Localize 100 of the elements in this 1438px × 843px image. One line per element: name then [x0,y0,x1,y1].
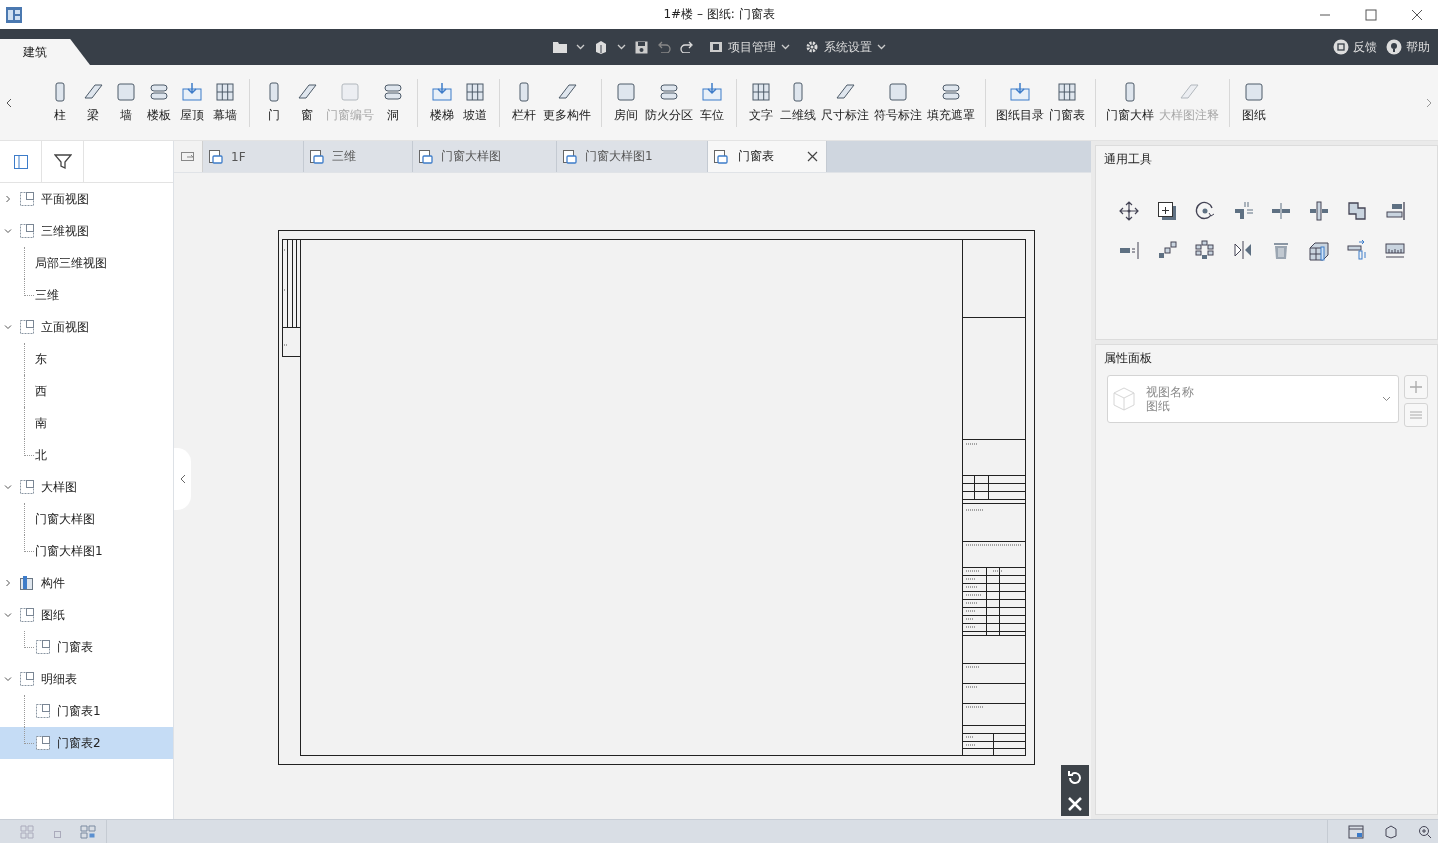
ribbon-button[interactable]: 栏杆 [508,81,540,124]
tree-item[interactable]: 大样图 [0,471,173,503]
ribbon-button[interactable]: 墙 [110,81,142,124]
array-icon[interactable] [1194,239,1216,261]
tree-item[interactable]: 东 [0,343,173,375]
copy-icon[interactable] [1156,200,1178,222]
tree-item[interactable]: 门窗表2 [0,727,173,759]
plus-icon [1410,381,1422,393]
filter-icon[interactable] [53,153,72,170]
collapse-handle[interactable] [174,448,191,510]
tree-item[interactable]: 明细表 [0,663,173,695]
align-icon[interactable] [1384,200,1406,222]
wall-icon[interactable] [1308,239,1330,261]
tab-switch-icon[interactable] [181,150,195,163]
panel-title: 属性面板 [1104,350,1152,367]
ribbon-button[interactable]: 填充遮罩 [925,81,977,124]
overlap-icon[interactable] [1346,200,1368,222]
panel-icon[interactable] [12,153,29,170]
menu-button[interactable]: 项目管理 [709,38,790,56]
split-icon[interactable] [1308,200,1330,222]
ribbon-button[interactable]: 洞 [377,81,409,124]
block-icon [339,81,361,103]
sheet-icon [35,639,51,655]
ribbon-button[interactable]: 二维线 [778,81,818,124]
tree-item[interactable]: 门窗大样图 [0,503,173,535]
layout-icon[interactable] [80,824,96,839]
slab-icon [658,81,680,103]
redo-icon[interactable] [680,41,694,53]
close-icon[interactable] [1411,8,1423,21]
ribbon-button[interactable]: 柱 [44,81,76,124]
document-tab[interactable]: 三维 [304,141,413,172]
extend-icon[interactable] [1118,239,1140,261]
help-link[interactable]: 反馈 [1333,38,1377,56]
split-icon[interactable] [1270,200,1292,222]
menu-button[interactable]: 系统设置 [805,38,886,56]
view-selector[interactable]: 视图名称 图纸 [1107,375,1399,423]
ribbon-tab[interactable]: 建筑 [0,39,90,65]
ribbon-button[interactable]: 符号标注 [872,81,924,124]
caret-icon[interactable] [576,44,585,50]
mirror-icon[interactable] [1232,239,1254,261]
ribbon-button[interactable]: 门窗表 [1047,81,1087,124]
folder-icon[interactable] [553,41,567,53]
roof-icon [431,81,453,103]
ribbon-button[interactable]: 防火分区 [643,81,695,124]
caret-icon[interactable] [617,44,626,50]
box-icon[interactable] [594,40,608,54]
ribbon-button[interactable]: 楼梯 [426,81,458,124]
rotate-icon[interactable] [1194,200,1216,222]
ribbon-button[interactable]: 门窗大样 [1104,81,1156,124]
save-icon[interactable] [635,40,648,54]
ribbon-button[interactable]: 坡道 [459,81,491,124]
app-logo-icon [6,6,22,23]
feedback-icon [1333,39,1349,55]
trim-icon[interactable] [1232,200,1254,222]
ribbon-button[interactable]: 窗 [291,81,323,124]
tree-item[interactable]: 门窗大样图1 [0,535,173,567]
scroll-right-icon[interactable] [1425,96,1433,109]
help-link[interactable]: 帮助 [1386,38,1430,56]
slab-icon [940,81,962,103]
ribbon-button[interactable]: 车位 [696,81,728,124]
tree-item[interactable]: 三维 [0,279,173,311]
sheet-icon [19,479,35,495]
array-icon[interactable] [1156,239,1178,261]
sheet-icon [19,607,35,623]
tree-item[interactable]: 构件 [0,567,173,599]
ribbon-button[interactable]: 文字 [745,81,777,124]
tree-item[interactable]: 北 [0,439,173,471]
window-icon[interactable] [1348,824,1364,839]
undo-icon[interactable] [657,41,671,53]
document-icon [309,149,324,164]
zoom-icon[interactable] [1418,824,1432,839]
tree-item[interactable]: 南 [0,407,173,439]
tree-item[interactable]: 门窗表 [0,631,173,663]
tree-item[interactable]: 平面视图 [0,183,173,215]
ribbon-button[interactable]: 屋顶 [176,81,208,124]
cube-icon[interactable] [1384,824,1398,839]
offset-icon[interactable] [1346,239,1368,261]
ribbon-button[interactable]: 图纸 [1238,81,1270,124]
ribbon-button[interactable]: 房间 [610,81,642,124]
scroll-left-icon[interactable] [5,96,13,109]
close-icon[interactable] [807,151,818,162]
ribbon-button[interactable]: 梁 [77,81,109,124]
roof-icon [1009,81,1031,103]
ribbon-button[interactable]: 幕墙 [209,81,241,124]
ribbon-button[interactable]: 更多构件 [541,81,593,124]
tree-item[interactable]: 局部三维视图 [0,247,173,279]
document-tab[interactable]: 门窗大样图 [413,141,557,172]
document-tab[interactable]: 1F [203,141,304,172]
tree-item[interactable]: 立面视图 [0,311,173,343]
tree-item[interactable]: 图纸 [0,599,173,631]
document-tab[interactable]: 门窗大样图1 [557,141,708,172]
ribbon-button[interactable]: 门 [258,81,290,124]
document-tab[interactable]: 门窗表 [708,141,827,172]
tree-item[interactable]: 西 [0,375,173,407]
maximize-icon[interactable] [1365,8,1377,21]
ribbon-button[interactable]: 楼板 [143,81,175,124]
move-icon[interactable] [1118,200,1140,222]
tree-item[interactable]: 三维视图 [0,215,173,247]
ribbon-button[interactable]: 图纸目录 [994,81,1046,124]
ribbon-button[interactable]: 尺寸标注 [819,81,871,124]
